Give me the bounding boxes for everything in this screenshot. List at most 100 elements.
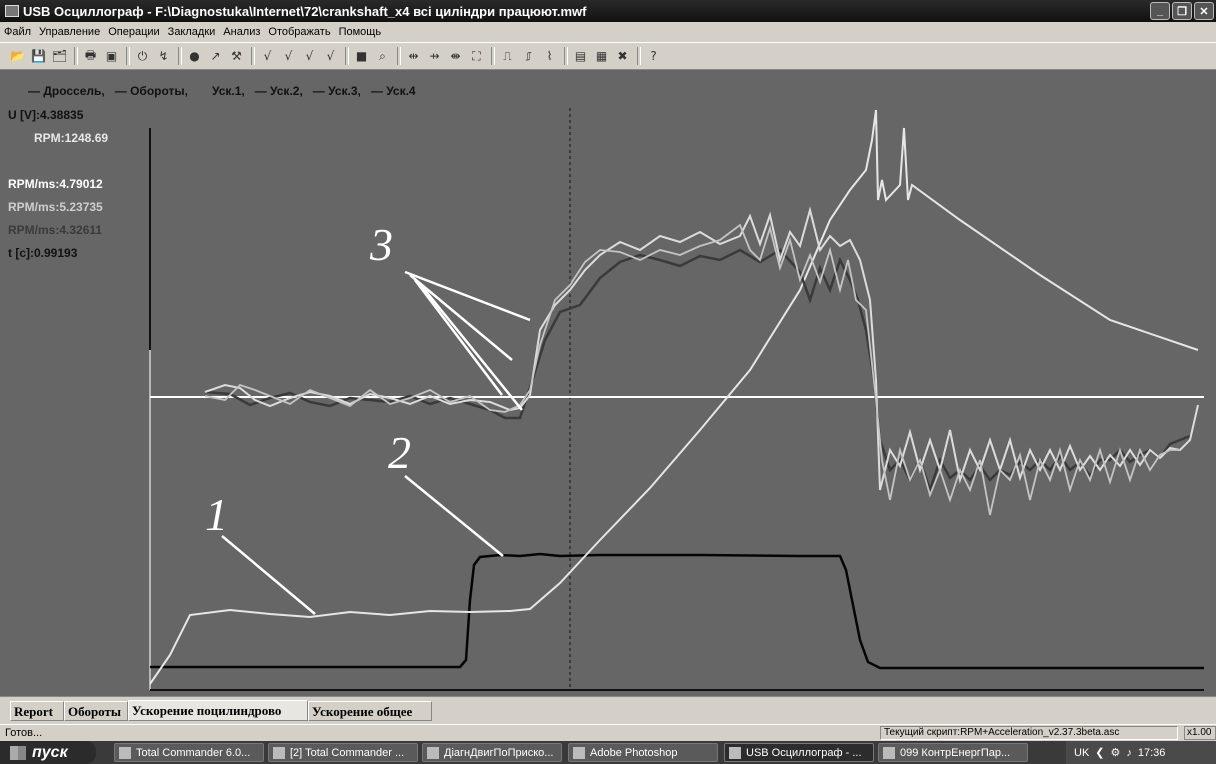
tab-accel-total[interactable]: Ускорение общее xyxy=(308,701,432,721)
toolbar-separator xyxy=(178,47,182,65)
readout-time: t [c]:0.99193 xyxy=(8,246,78,260)
save-icon[interactable]: 💾 xyxy=(29,47,48,66)
tray-network-icon[interactable]: ⚙ xyxy=(1111,746,1121,759)
print-icon[interactable]: 🖶 xyxy=(81,47,100,66)
square-icon[interactable]: ■ xyxy=(352,47,371,66)
arrows-center-icon[interactable]: ⇼ xyxy=(446,47,465,66)
menu-view[interactable]: Отображать xyxy=(264,26,334,38)
status-script: Текущий скрипт:RPM+Acceleration_v2.37.3b… xyxy=(880,726,1178,740)
oscilloscope-icon xyxy=(5,5,19,17)
tab-rpm[interactable]: Обороты xyxy=(64,701,128,721)
save-disk-icon[interactable]: ▣ xyxy=(102,47,121,66)
annotation-line-3c xyxy=(414,279,503,396)
annotation-label-3: 3 xyxy=(369,219,393,270)
legend-accel-1[interactable]: Уск.1, xyxy=(212,84,245,98)
toolbar-separator xyxy=(126,47,130,65)
tray-clock[interactable]: 17:36 xyxy=(1138,747,1166,759)
menu-file[interactable]: Файл xyxy=(0,26,35,38)
signal-2-icon[interactable]: ⎎ xyxy=(519,47,538,66)
readout-accel-1: RPM/ms:4.79012 xyxy=(8,177,103,191)
start-label: пуск xyxy=(32,743,68,761)
task-photoshop[interactable]: Adobe Photoshop xyxy=(568,743,718,762)
toolbar-separator xyxy=(397,47,401,65)
record-icon[interactable]: ● xyxy=(185,47,204,66)
legend-accel-4[interactable]: — Уск.4 xyxy=(371,84,416,98)
oscilloscope-icon xyxy=(729,746,741,759)
annotation-line-1 xyxy=(221,535,316,615)
annotation-label-2: 2 xyxy=(388,427,411,478)
cursor-icon[interactable]: ↗ xyxy=(206,47,225,66)
toolbar-separator xyxy=(74,47,78,65)
task-total-commander-1[interactable]: Total Commander 6.0... xyxy=(114,743,264,762)
power-icon[interactable]: ⏻ xyxy=(133,47,152,66)
start-button[interactable]: пуск xyxy=(0,741,96,764)
tools-icon[interactable]: ⚒ xyxy=(227,47,246,66)
auto-icon[interactable]: ↯ xyxy=(154,47,173,66)
check-3-icon[interactable]: √ xyxy=(300,47,319,66)
task-control-energy[interactable]: 099 КонтрЕнергПар... xyxy=(878,743,1028,762)
windows-logo-icon xyxy=(10,745,26,760)
annotation-line-3d xyxy=(419,283,523,411)
menu-control[interactable]: Управление xyxy=(35,26,104,38)
search-icon[interactable]: ⌕ xyxy=(373,47,392,66)
tray-arrow-icon[interactable]: ❮ xyxy=(1095,746,1104,759)
waveform-canvas: 1 2 3 xyxy=(149,108,1204,691)
window-icon xyxy=(273,746,285,759)
help-icon[interactable]: ? xyxy=(644,47,663,66)
legend-accel-3[interactable]: — Уск.3, xyxy=(313,84,361,98)
chart-icon[interactable]: ▤ xyxy=(571,47,590,66)
toolbar-separator xyxy=(564,47,568,65)
save-all-icon[interactable]: 🗂 xyxy=(50,47,69,66)
menu-help[interactable]: Помощь xyxy=(335,26,386,38)
cursor-readouts: U [V]:4.38835 RPM:1248.69 RPM/ms:4.79012… xyxy=(8,104,108,265)
legend-throttle[interactable]: — Дроссель, xyxy=(28,84,105,98)
task-total-commander-2[interactable]: [2] Total Commander ... xyxy=(268,743,418,762)
check-icon[interactable]: √ xyxy=(258,47,277,66)
tray-language[interactable]: UK xyxy=(1074,747,1089,759)
window-title: USB Осциллограф - F:\Diagnostuka\Interne… xyxy=(23,3,587,19)
menu-operations[interactable]: Операции xyxy=(104,26,163,38)
accel-trace-2 xyxy=(204,206,1199,491)
minimize-button[interactable]: _ xyxy=(1150,2,1170,20)
signal-icon[interactable]: ⎍ xyxy=(498,47,517,66)
legend-accel-2[interactable]: — Уск.2, xyxy=(255,84,303,98)
task-word-document[interactable]: ДіагнДвигПоПриско... xyxy=(422,743,562,762)
tray-volume-icon[interactable]: ♪ xyxy=(1126,747,1132,759)
annotation-line-2 xyxy=(404,475,504,557)
signal-3-icon[interactable]: ⌇ xyxy=(540,47,559,66)
throttle-trace xyxy=(150,552,1204,670)
bottom-tabs: Report Обороты Ускорение поцилиндрово Ус… xyxy=(0,696,1216,725)
accel-trace-3 xyxy=(204,223,1180,516)
arrows-left-icon[interactable]: ⇹ xyxy=(404,47,423,66)
oscilloscope-plot[interactable]: 1 2 3 — Дроссель, — Обороты, Уск.1, — Ус… xyxy=(0,70,1216,696)
restore-button[interactable]: ❐ xyxy=(1172,2,1192,20)
annotation-label-1: 1 xyxy=(205,489,228,540)
toolbar-separator xyxy=(637,47,641,65)
window-icon xyxy=(119,746,131,759)
tab-report[interactable]: Report xyxy=(10,701,64,721)
browser-icon xyxy=(883,746,895,759)
tab-accel-per-cylinder[interactable]: Ускорение поцилиндрово xyxy=(128,700,308,721)
task-usb-oscilloscope[interactable]: USB Осциллограф - ... xyxy=(724,743,874,762)
toolbar-separator xyxy=(251,47,255,65)
cross-icon[interactable]: ✖ xyxy=(613,47,632,66)
check-4-icon[interactable]: √ xyxy=(321,47,340,66)
open-folder-icon[interactable]: 📂 xyxy=(8,47,27,66)
legend-rpm[interactable]: — Обороты, xyxy=(115,84,188,98)
annotation-line-3a xyxy=(404,270,531,322)
readout-voltage: U [V]:4.38835 xyxy=(8,108,84,122)
check-2-icon[interactable]: √ xyxy=(279,47,298,66)
fit-icon[interactable]: ⛶ xyxy=(467,47,486,66)
system-tray: UK ❮ ⚙ ♪ 17:36 xyxy=(1066,741,1216,764)
readout-accel-3: RPM/ms:4.32611 xyxy=(8,223,103,237)
plot-legend: — Дроссель, — Обороты, Уск.1, — Уск.2, —… xyxy=(28,84,416,98)
close-button[interactable]: ✕ xyxy=(1194,2,1214,20)
menu-analysis[interactable]: Анализ xyxy=(219,26,264,38)
grid-icon[interactable]: ▦ xyxy=(592,47,611,66)
status-zoom: x1.00 xyxy=(1184,726,1216,740)
menu-bookmarks[interactable]: Закладки xyxy=(164,26,220,38)
readout-rpm: RPM:1248.69 xyxy=(34,131,109,145)
annotation-line-3b xyxy=(409,274,513,361)
menu-bar: Файл Управление Операции Закладки Анализ… xyxy=(0,22,1216,42)
arrows-right-icon[interactable]: ⇸ xyxy=(425,47,444,66)
